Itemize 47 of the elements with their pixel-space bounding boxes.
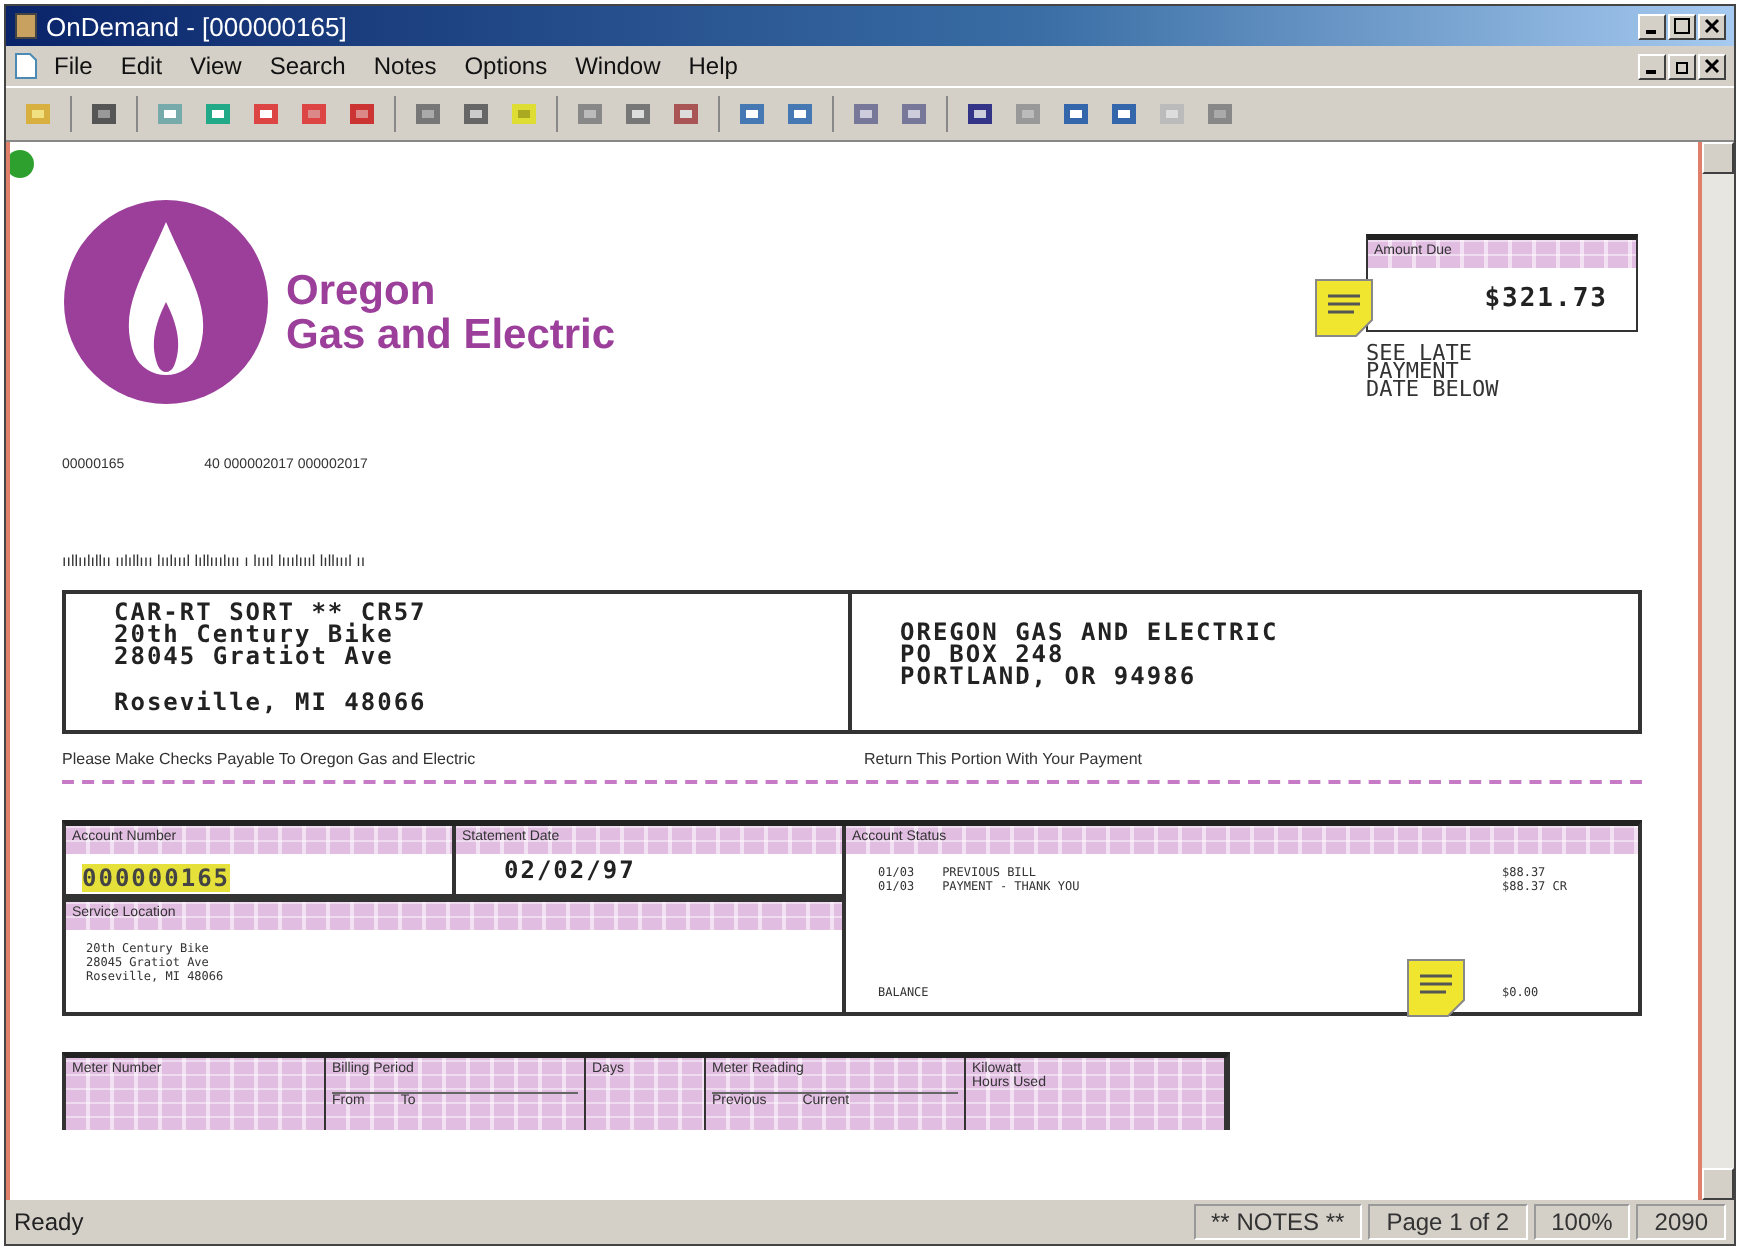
scroll-up-button[interactable]: [1702, 142, 1734, 174]
minimize-button[interactable]: [1638, 53, 1666, 79]
menu-item[interactable]: View: [178, 52, 254, 80]
menu-item[interactable]: Options: [452, 52, 560, 80]
flame-logo-icon: [62, 198, 270, 406]
scrollbar[interactable]: [1702, 142, 1734, 1200]
restore-button[interactable]: [1668, 53, 1696, 79]
menu-item[interactable]: Help: [676, 52, 750, 80]
payable-note: Please Make Checks Payable To Oregon Gas and Electric: [62, 750, 478, 768]
status-dot: [10, 150, 34, 178]
menu-item[interactable]: Search: [257, 52, 358, 80]
menu-item[interactable]: File: [42, 52, 105, 80]
account-number: 000000165: [82, 864, 231, 892]
address-line: PORTLAND, OR 94986: [900, 666, 1199, 688]
company-name: Oregon Gas and Electric: [286, 270, 616, 358]
sticky-note-icon[interactable]: [1314, 278, 1374, 338]
zoom-level: 100%: [1533, 1204, 1631, 1240]
address-line: OREGON GAS AND ELECTRIC: [900, 622, 1281, 644]
late-notice: SEE LATE PAYMENT DATE BELOW: [1366, 344, 1501, 398]
sticky-note-icon[interactable]: [1406, 958, 1466, 1018]
statement-date: 02/02/97: [502, 860, 638, 882]
menu-item[interactable]: Edit: [108, 52, 175, 80]
page-indicator: Page 1 of 2: [1368, 1204, 1528, 1240]
window-title: OnDemand - [000000165]: [46, 11, 347, 41]
postal-barcode: ııllıılıllıı ıılıllııı lıılıııl lıllııılııı ı lıııl lııılıııl lıllıııl ıı: [62, 552, 368, 570]
menu-item[interactable]: Notes: [361, 52, 449, 80]
amount-due-value: $321.73: [1482, 282, 1610, 318]
restore-icon: [1674, 58, 1690, 74]
close-icon: [1704, 58, 1720, 74]
status-text: Ready: [14, 1208, 84, 1236]
maximize-icon: [1674, 18, 1690, 34]
minimize-button[interactable]: [1638, 13, 1666, 39]
address-line: CAR-RT SORT ** CR57: [114, 602, 429, 624]
address-line: PO BOX 248: [900, 644, 1065, 666]
menu-item[interactable]: Window: [563, 52, 673, 80]
maximize-button[interactable]: [1668, 13, 1696, 39]
address-line: 20th Century Bike: [114, 624, 394, 646]
scroll-down-button[interactable]: [1702, 1168, 1734, 1200]
address-line: 28045 Gratiot Ave: [114, 646, 396, 668]
return-note: Return This Portion With Your Payment: [862, 750, 1145, 768]
close-icon: [1704, 18, 1720, 34]
status-number: 2090: [1636, 1204, 1726, 1240]
notes-indicator: ** NOTES **: [1193, 1204, 1363, 1240]
close-button[interactable]: [1698, 13, 1726, 39]
address-line: Roseville, MI 48066: [114, 692, 429, 714]
close-button[interactable]: [1698, 53, 1726, 79]
app-icon: [14, 12, 38, 40]
